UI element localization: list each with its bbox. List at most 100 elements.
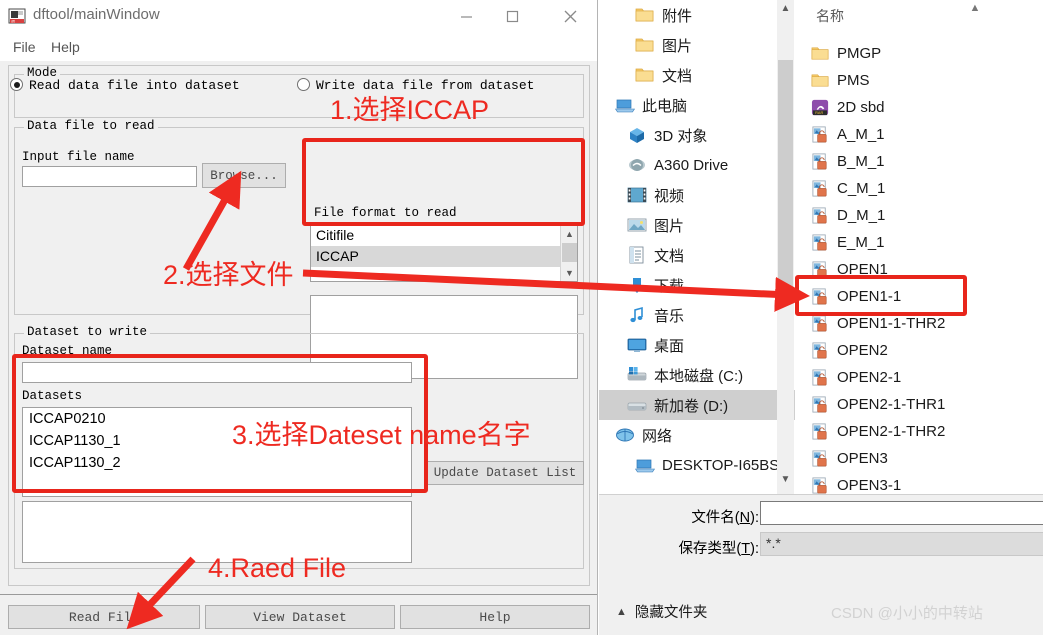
scrollbar-thumb[interactable] xyxy=(778,60,793,290)
file-dialog: 附件 图片 文档 此电脑 3D 对象 A360 Drive 视频 图片 文档 下载 音乐 桌面 本地磁盘… xyxy=(599,0,1043,635)
file-format-scrollbar[interactable]: ▲ ▼ xyxy=(560,225,577,281)
tree-item[interactable]: 桌面 xyxy=(599,330,795,360)
file-list-item[interactable]: PMS xyxy=(811,67,870,94)
scrollbar-thumb[interactable] xyxy=(562,243,577,262)
input-file-name-label: Input file name xyxy=(22,150,135,164)
file-name-label: C_M_1 xyxy=(837,180,886,197)
tree-item[interactable]: 3D 对象 xyxy=(599,120,795,150)
file-list-item[interactable]: E_M_1 xyxy=(811,229,885,256)
dftool-main-window: dft dftool/mainWindow File Help Mode Rea… xyxy=(0,0,598,635)
hide-folders-toggle[interactable]: ▲ 隐藏文件夹 xyxy=(616,601,707,622)
file-list-item[interactable]: OPEN1-1-THR2 xyxy=(811,310,945,337)
tree-item[interactable]: 音乐 xyxy=(599,300,795,330)
tree-item[interactable]: 网络 xyxy=(599,420,795,450)
file-name-label: PMGP xyxy=(837,45,882,62)
update-dataset-list-button[interactable]: Update Dataset List xyxy=(426,461,584,485)
file-list-item[interactable]: PMGP xyxy=(811,40,881,67)
dataset-name-field[interactable] xyxy=(22,362,412,383)
tree-item[interactable]: 附件 xyxy=(599,0,795,30)
file-name-label: OPEN2-1 xyxy=(837,369,902,386)
file-list-pane[interactable]: 名称 ▲ PMGP PMS RAR 2D sbd A_M_1 B_M_1 C_M_1 D_M_… xyxy=(795,0,1043,494)
view-dataset-button[interactable]: View Dataset xyxy=(205,605,395,629)
folder-icon xyxy=(811,71,830,90)
tree-item[interactable]: 下载 xyxy=(599,270,795,300)
drive-windows-icon xyxy=(627,366,647,384)
computer-icon xyxy=(614,96,636,114)
tree-item-label: A360 Drive xyxy=(654,156,729,174)
tree-item[interactable]: 视频 xyxy=(599,180,795,210)
file-list-item[interactable]: OPEN2-1 xyxy=(811,364,901,391)
chevron-up-icon: ▲ xyxy=(616,605,627,618)
folder-icon xyxy=(635,6,655,24)
input-file-name-field[interactable] xyxy=(22,166,197,187)
tree-item[interactable]: A360 Drive xyxy=(599,150,795,180)
file-list-item[interactable]: D_M_1 xyxy=(811,202,885,229)
list-item[interactable]: ICCAP0210 xyxy=(23,408,411,430)
read-file-button[interactable]: Read File xyxy=(8,605,200,629)
video-icon xyxy=(627,186,647,204)
radio-write-label: Write data file from dataset xyxy=(316,78,535,93)
tree-item[interactable]: 本地磁盘 (C:) xyxy=(599,360,795,390)
radio-read-data-file[interactable]: Read data file into dataset xyxy=(10,76,240,94)
scroll-down-icon[interactable]: ▼ xyxy=(561,264,578,281)
tree-item-label: 网络 xyxy=(642,427,673,445)
browse-button[interactable]: Browse... xyxy=(202,163,286,188)
tree-item-label: 音乐 xyxy=(654,307,685,325)
radio-write-data-file[interactable]: Write data file from dataset xyxy=(297,76,534,94)
tree-item[interactable]: 图片 xyxy=(599,210,795,240)
file-list-item[interactable]: A_M_1 xyxy=(811,121,885,148)
sort-ascending-icon[interactable]: ▲ xyxy=(967,0,983,16)
file-name-label: PMS xyxy=(837,72,870,89)
list-item[interactable]: ICCAP xyxy=(311,246,577,267)
data-file-icon xyxy=(811,179,830,198)
drive-icon xyxy=(627,396,647,414)
file-format-list[interactable]: Citifile ICCAP ▲ ▼ xyxy=(310,224,578,282)
file-name-label: 2D sbd xyxy=(837,99,885,116)
file-list-item[interactable]: OPEN1 xyxy=(811,256,888,283)
scroll-up-icon[interactable]: ▲ xyxy=(561,225,578,242)
file-list-item[interactable]: OPEN2-1-THR1 xyxy=(811,391,945,418)
file-type-select[interactable]: *.* xyxy=(760,532,1043,556)
file-list-item[interactable]: RAR 2D sbd xyxy=(811,94,885,121)
scroll-down-icon[interactable]: ▼ xyxy=(777,471,794,488)
minimize-button[interactable] xyxy=(443,0,489,33)
file-list-item[interactable]: OPEN3 xyxy=(811,445,888,472)
dataset-output-box[interactable] xyxy=(22,501,412,563)
file-name-input[interactable] xyxy=(760,501,1043,525)
navigation-tree[interactable]: 附件 图片 文档 此电脑 3D 对象 A360 Drive 视频 图片 文档 下载 音乐 桌面 本地磁盘… xyxy=(599,0,795,494)
file-list-item[interactable]: OPEN1-1 xyxy=(811,283,901,310)
file-list-item[interactable]: C_M_1 xyxy=(811,175,885,202)
tree-item[interactable]: 图片 xyxy=(599,30,795,60)
tree-scrollbar[interactable]: ▲ ▼ xyxy=(777,0,794,494)
radio-indicator-read xyxy=(10,78,23,91)
column-header-name[interactable]: 名称 xyxy=(795,6,1043,28)
list-item[interactable]: Citifile xyxy=(311,225,577,246)
tree-item[interactable]: 此电脑 xyxy=(599,90,795,120)
list-item[interactable]: ICCAP1130_1 xyxy=(23,430,411,452)
list-item[interactable]: ICCAP1130_2 xyxy=(23,452,411,474)
help-button[interactable]: Help xyxy=(400,605,590,629)
data-file-icon xyxy=(811,368,830,387)
close-button[interactable] xyxy=(547,0,593,33)
file-list-item[interactable]: OPEN3-1 xyxy=(811,472,901,494)
file-name-label: OPEN2 xyxy=(837,342,888,359)
radio-indicator-write xyxy=(297,78,310,91)
maximize-button[interactable] xyxy=(489,0,535,33)
tree-item[interactable]: 文档 xyxy=(599,240,795,270)
file-list-item[interactable]: OPEN2-1-THR2 xyxy=(811,418,945,445)
data-file-icon xyxy=(811,152,830,171)
datasets-list[interactable]: ICCAP0210 ICCAP1130_1 ICCAP1130_2 xyxy=(22,407,412,497)
cube-icon xyxy=(627,126,647,144)
tree-item-label: 附件 xyxy=(662,7,693,25)
tree-item-label: 桌面 xyxy=(654,337,685,355)
menu-item-file[interactable]: File xyxy=(7,37,42,57)
tree-item[interactable]: 新加卷 (D:) xyxy=(599,390,795,420)
menu-item-help[interactable]: Help xyxy=(45,37,86,57)
file-list-item[interactable]: B_M_1 xyxy=(811,148,885,175)
tree-item[interactable]: DESKTOP-I65BS xyxy=(599,450,795,480)
tree-item[interactable]: 文档 xyxy=(599,60,795,90)
file-list-item[interactable]: OPEN2 xyxy=(811,337,888,364)
tree-item-label: DESKTOP-I65BS xyxy=(662,456,780,474)
rar-archive-icon: RAR xyxy=(811,98,830,117)
scroll-up-icon[interactable]: ▲ xyxy=(777,0,794,17)
